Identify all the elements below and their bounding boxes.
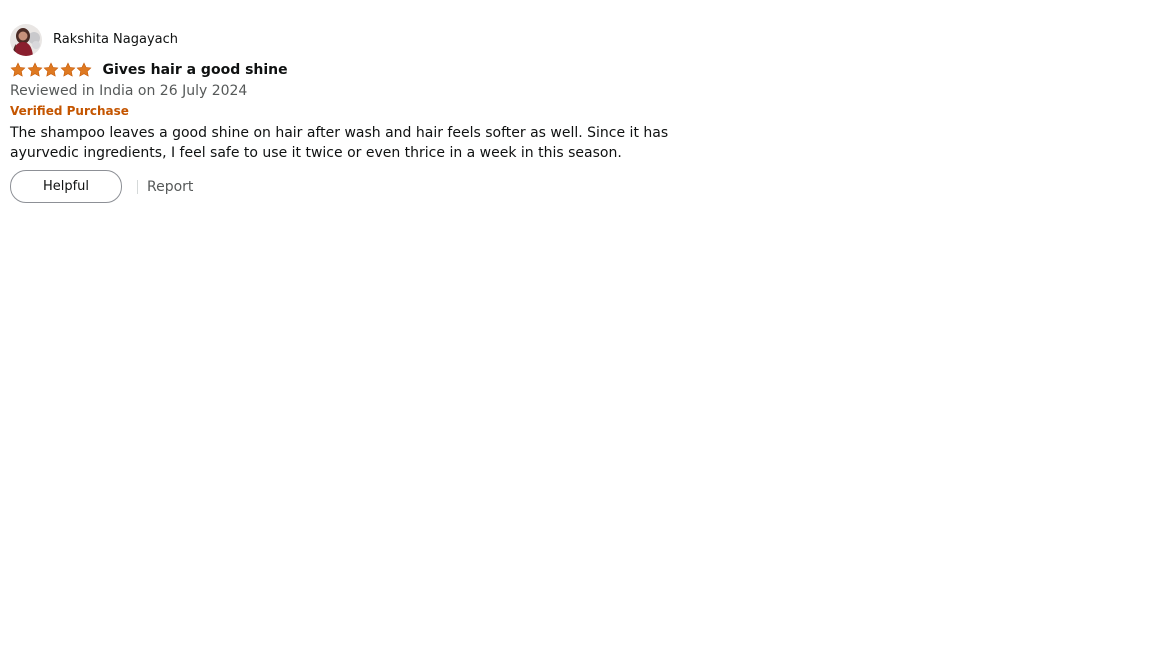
- review-date: Reviewed in India on 26 July 2024: [10, 83, 248, 99]
- reviewer-avatar[interactable]: [10, 24, 42, 56]
- action-divider: [137, 179, 138, 194]
- verified-purchase-badge[interactable]: Verified Purchase: [10, 102, 710, 120]
- star-icon: [76, 62, 92, 78]
- avatar-photo-icon: [10, 24, 42, 56]
- review-body: The shampoo leaves a good shine on hair …: [10, 125, 669, 161]
- rating-row: Gives hair a good shine: [10, 60, 710, 80]
- star-rating[interactable]: [10, 61, 93, 79]
- star-icon: [60, 62, 76, 78]
- reviewer-profile[interactable]: Rakshita Nagayach: [10, 24, 710, 56]
- review-actions: Helpful Report: [10, 170, 710, 203]
- star-icon: [43, 62, 59, 78]
- reviewer-name[interactable]: Rakshita Nagayach: [53, 32, 178, 48]
- report-link[interactable]: Report: [147, 179, 193, 195]
- helpful-button[interactable]: Helpful: [10, 170, 122, 203]
- review-card: Rakshita Nagayach Gives hair a good shin…: [10, 24, 710, 203]
- star-icon: [27, 62, 43, 78]
- review-title[interactable]: Gives hair a good shine: [103, 60, 288, 80]
- star-icon: [10, 62, 26, 78]
